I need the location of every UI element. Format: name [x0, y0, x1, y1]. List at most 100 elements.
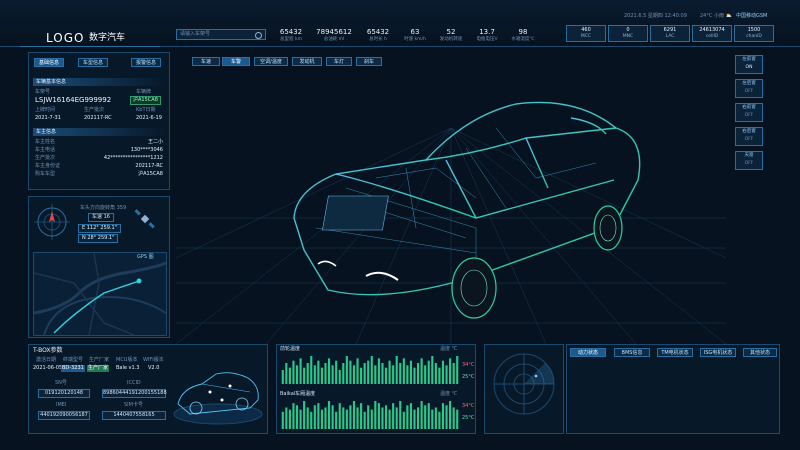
chart-bar: [281, 370, 284, 384]
chart-bar: [299, 358, 302, 384]
chart-bar: [303, 367, 306, 384]
chart-bar: [409, 360, 413, 384]
chart-bar: [438, 411, 441, 429]
tab-bms-info[interactable]: BMS信息: [614, 348, 650, 357]
tbox-value-mcu: Bale v1.3: [116, 365, 140, 371]
window-rear-left-toggle[interactable]: 左后窗 OFF: [735, 79, 763, 98]
radar-scope: [493, 353, 555, 415]
chart-bar: [424, 405, 427, 429]
chart-bottom: [281, 401, 459, 429]
chart-top: [281, 356, 459, 384]
window-front-left-toggle[interactable]: 左前窗 ON: [735, 55, 763, 74]
owner-row: 车主电话 130****3046: [35, 147, 163, 153]
tab-power-status[interactable]: 动力状态: [570, 348, 606, 357]
owner-row: 车主身份证 202117-RC: [35, 163, 163, 169]
tab-basic-info[interactable]: 基础信息: [34, 58, 64, 67]
chart-bar: [285, 363, 288, 384]
chart-bar: [384, 405, 388, 429]
gps-map[interactable]: [33, 252, 167, 336]
status-row: 制动踏板面积输入状态有效True制动系统制动灯要求False制动器故障有效Fal…: [572, 381, 778, 391]
window-front-right-toggle[interactable]: 右前窗 OFF: [735, 103, 763, 122]
owner-row: 车主姓名 王二小: [35, 139, 163, 145]
app-title: 数字汽车: [89, 33, 126, 43]
chart-bar: [345, 356, 348, 384]
chart-bar: [445, 365, 448, 384]
tbox-header-activation: 激活日期: [36, 357, 57, 363]
chart-bar: [413, 367, 416, 384]
vehicle-section-title: 车辆基本信息: [33, 78, 166, 86]
chart-bottom-low: 25°C: [462, 415, 475, 421]
tab-lights[interactable]: 车灯: [326, 57, 352, 66]
chart-bar: [299, 409, 302, 429]
chart-bar: [331, 405, 334, 429]
tab-engine[interactable]: 发动机: [292, 57, 322, 66]
logo: LOGO: [46, 31, 85, 45]
chart-bar: [377, 403, 380, 429]
chart-bar: [288, 367, 291, 384]
tbox-title: T-BOX参数: [33, 347, 63, 354]
chart-bar: [338, 403, 341, 429]
status-row: 工作模式Running电动动力/充电系统故障Ready电动动力/充电系统故障23…: [572, 361, 778, 371]
chart-bar: [303, 401, 306, 429]
chart-bar: [438, 367, 441, 384]
status-row: 刮雨器报警灯True燃料消耗量1.0 L/100km: [572, 421, 778, 431]
compass-icon: [34, 204, 70, 240]
chart-bar: [367, 360, 370, 384]
tab-speed[interactable]: 车速: [192, 57, 220, 66]
tab-alarm-info[interactable]: 报警信息: [131, 58, 161, 67]
chart-bar: [363, 411, 366, 429]
chart-bar: [431, 409, 434, 429]
tab-alarm[interactable]: 车警: [222, 57, 250, 66]
date-label: 上牌时间: [35, 107, 56, 113]
car-wireframe-view: [176, 101, 726, 344]
chart-bar: [356, 407, 359, 429]
chart-bar: [449, 401, 452, 429]
search-input-box[interactable]: 请输入车架号: [176, 29, 266, 40]
owner-row: 生产批次 42****************1212: [35, 155, 163, 161]
tab-model-info[interactable]: 车型信息: [78, 58, 108, 67]
stat-total-mileage: 65432 总里程 km: [279, 28, 303, 42]
net-box-mcc: 460 MCC: [566, 25, 606, 42]
chart-bar: [388, 409, 391, 429]
chart-bar: [306, 407, 309, 429]
tab-other-status[interactable]: 其他状态: [743, 348, 777, 357]
chart-bar: [424, 365, 427, 384]
chart-bar: [449, 358, 452, 384]
chart-bar: [342, 407, 345, 429]
tab-isg-motor[interactable]: ISG电机状态: [700, 348, 736, 357]
vehicle-speed: 车速 16: [88, 213, 114, 222]
status-rows: 工作模式Running电动动力/充电系统故障Ready电动动力/充电系统故障23…: [572, 361, 778, 431]
chart-bar: [456, 356, 459, 384]
vin-label: 车架号: [35, 89, 51, 95]
net-box-cellid: 24613074 cellID: [692, 25, 732, 42]
chart-bar: [331, 365, 334, 384]
chart-bottom-title: Baikal车厢温度: [280, 391, 316, 397]
tab-ac-temp[interactable]: 空调/温度: [254, 57, 288, 66]
tbox-value-maker: 生产厂家: [87, 365, 110, 372]
chart-bar: [413, 409, 416, 429]
status-row: 发动机系统状态Normal Operation发动机故障代码计数5发动机故障代码…: [572, 411, 778, 421]
stat-total-fuel: 78945612 总油耗 ml: [316, 28, 352, 42]
search-input[interactable]: 请输入车架号: [180, 31, 210, 38]
chart-bar: [360, 403, 363, 429]
chart-bar: [381, 363, 384, 384]
chart-bar: [441, 403, 445, 429]
chart-top-unit: 温度 ℃: [440, 346, 458, 352]
chart-bar: [420, 401, 423, 429]
iccid-label: ICCID: [127, 380, 141, 386]
status-row: 驱动模式(大数据)(VM)Vehicle stationary but HVes…: [572, 401, 778, 411]
search-icon[interactable]: [255, 32, 262, 39]
tab-brake[interactable]: 刹车: [356, 57, 382, 66]
kbt-label: KbT日期: [136, 107, 156, 113]
sim-label: SIM卡号: [124, 402, 143, 408]
sunroof-toggle[interactable]: 天窗 OFF: [735, 151, 763, 170]
tab-tm-motor[interactable]: TM电机状态: [657, 348, 693, 357]
chart-top-low: 25°C: [462, 374, 475, 380]
chart-bar: [445, 405, 448, 429]
chart-bar: [395, 356, 398, 384]
plate-value: 沪A15CA8: [130, 96, 161, 105]
chart-bar: [352, 401, 356, 429]
stat-tank-temp: 98 水箱温度℃: [511, 28, 535, 42]
chart-bar: [317, 360, 320, 384]
window-rear-right-toggle[interactable]: 右后窗 OFF: [735, 127, 763, 146]
